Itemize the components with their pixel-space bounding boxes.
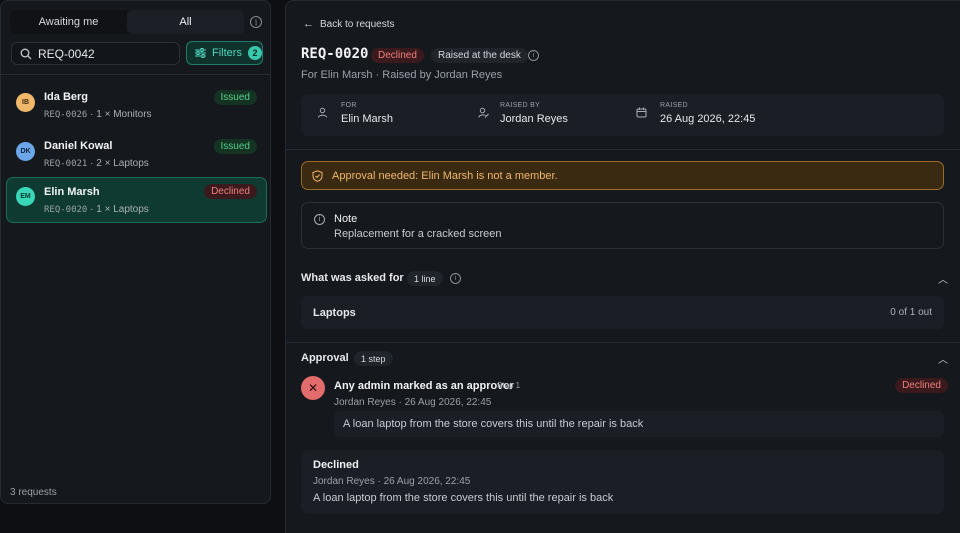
status-badge: Issued [213, 90, 257, 105]
step-count-badge: 1 step [354, 351, 393, 366]
request-name: Daniel Kowal [44, 140, 113, 152]
alert-text: Approval needed: Elin Marsh is not a mem… [332, 169, 558, 182]
request-name: Elin Marsh [44, 186, 100, 198]
page-title: REQ-0020 [301, 46, 369, 62]
step-comment: A loan laptop from the store covers this… [334, 411, 944, 437]
note-body: Replacement for a cracked screen [334, 228, 502, 240]
request-summary: REQ-0026 · 1 × Monitors [44, 109, 152, 120]
filters-button[interactable]: Filters 2 [186, 41, 263, 65]
request-row[interactable]: DK Daniel Kowal REQ-0021 · 2 × Laptops I… [6, 130, 267, 176]
avatar: EM [16, 187, 35, 206]
info-icon[interactable]: i [250, 16, 262, 28]
request-items: 1 × Laptops [96, 204, 149, 215]
note-title: Note [334, 213, 358, 225]
requests-sidebar: Awaiting me All i Filters 2 IB Ida Berg … [0, 0, 271, 504]
meta-for: FOR Elin Marsh [341, 102, 393, 125]
channel-badge: Raised at the desk [431, 48, 528, 63]
request-name: Ida Berg [44, 91, 89, 103]
separator: · [87, 204, 97, 215]
chevron-up-icon[interactable]: ︿ [938, 271, 948, 286]
tab-all[interactable]: All [127, 10, 244, 34]
back-link[interactable]: ← Back to requests [303, 18, 394, 30]
meta-value: 26 Aug 2026, 22:45 [660, 113, 756, 125]
request-summary: REQ-0021 · 2 × Laptops [44, 158, 149, 169]
shield-icon [312, 169, 323, 182]
meta-label: RAISED BY [500, 102, 541, 109]
info-icon[interactable]: i [528, 50, 539, 61]
meta-value: Jordan Reyes [500, 113, 568, 125]
avatar: IB [16, 93, 35, 112]
arrow-left-icon: ← [303, 18, 314, 30]
request-id: REQ-0026 [44, 110, 88, 120]
status-badge: Declined [895, 378, 948, 393]
meta-label: RAISED [660, 102, 688, 109]
info-icon: i [314, 214, 325, 225]
section-title-approval: Approval [301, 352, 349, 364]
line-item-count: 0 of 1 out [890, 307, 932, 318]
decision-title: Declined [313, 459, 359, 471]
request-summary: REQ-0020 · 1 × Laptops [44, 204, 149, 215]
search-icon [20, 48, 32, 59]
status-badge: Declined [204, 184, 257, 199]
search-input[interactable] [38, 46, 168, 61]
decision-meta: Jordan Reyes · 26 Aug 2026, 22:45 [313, 476, 471, 487]
meta-strip: FOR Elin Marsh RAISED BY Jordan Reyes RA… [301, 94, 944, 136]
back-label: Back to requests [320, 18, 395, 30]
request-row[interactable]: IB Ida Berg REQ-0026 · 1 × Monitors Issu… [6, 81, 267, 127]
line-item-name: Laptops [313, 307, 356, 319]
section-title-asked: What was asked for [301, 272, 404, 284]
user-icon [318, 107, 327, 118]
request-subtitle: For Elin Marsh · Raised by Jordan Reyes [301, 69, 503, 81]
note-card: i Note Replacement for a cracked screen [301, 202, 944, 249]
separator: · [87, 158, 97, 169]
status-badge: Issued [213, 139, 257, 154]
line-item: Laptops 0 of 1 out [301, 296, 944, 329]
meta-value: Elin Marsh [341, 113, 393, 125]
filters-label: Filters [212, 47, 242, 59]
status-badge: Declined [371, 48, 424, 63]
step-meta: Jordan Reyes · 26 Aug 2026, 22:45 [334, 397, 492, 408]
view-toggle: Awaiting me All [10, 10, 244, 34]
request-count: 3 requests [10, 487, 57, 498]
search-box [11, 42, 180, 65]
calendar-icon [636, 107, 647, 118]
approval-alert: Approval needed: Elin Marsh is not a mem… [301, 161, 944, 190]
divider [286, 149, 960, 150]
request-row-selected[interactable]: EM Elin Marsh REQ-0020 · 1 × Laptops Dec… [6, 177, 267, 223]
filters-count-badge: 2 [247, 46, 262, 60]
step-number: Step 1 [497, 381, 521, 390]
divider [1, 74, 270, 75]
info-icon[interactable]: i [450, 273, 461, 284]
request-items: 2 × Laptops [96, 158, 149, 169]
chevron-up-icon[interactable]: ︿ [938, 351, 948, 366]
meta-label: FOR [341, 102, 357, 109]
user-edit-icon [478, 107, 489, 118]
request-items: 1 × Monitors [96, 109, 152, 120]
separator: · [87, 109, 97, 120]
divider [286, 342, 960, 343]
declined-x-icon: ✕ [301, 376, 325, 400]
avatar: DK [16, 142, 35, 161]
meta-raised: RAISED 26 Aug 2026, 22:45 [660, 102, 755, 125]
sliders-icon [195, 48, 206, 58]
request-id: REQ-0021 [44, 159, 88, 169]
decision-comment: A loan laptop from the store covers this… [313, 492, 614, 504]
tab-awaiting-me[interactable]: Awaiting me [10, 10, 127, 34]
step-title: Any admin marked as an approver [334, 380, 514, 392]
decision-card: Declined Jordan Reyes · 26 Aug 2026, 22:… [301, 450, 944, 514]
request-id: REQ-0020 [44, 205, 88, 215]
meta-raised-by: RAISED BY Jordan Reyes [500, 102, 568, 125]
request-detail: ← Back to requests REQ-0020 Declined Rai… [285, 0, 960, 533]
line-count-badge: 1 line [407, 271, 443, 286]
